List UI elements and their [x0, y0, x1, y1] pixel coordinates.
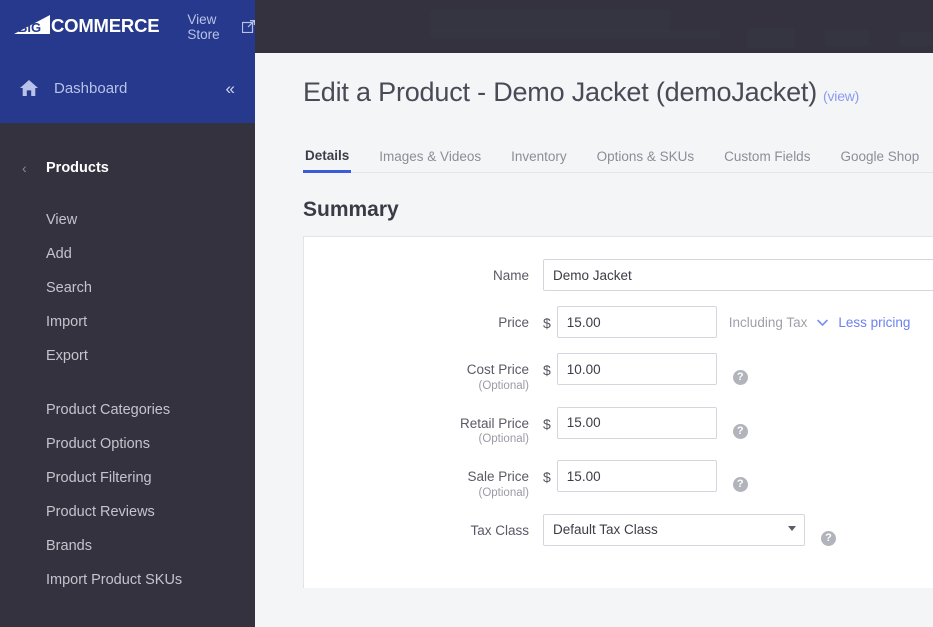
tab-bar: Details Images & Videos Inventory Option… — [303, 135, 933, 173]
name-input[interactable] — [543, 259, 933, 291]
retail-price-field-wrap: $ ? — [543, 406, 748, 439]
price-label-group: Price — [318, 306, 543, 331]
summary-card: Name Price $ Including Tax — [303, 236, 933, 588]
cost-price-help-icon[interactable]: ? — [732, 370, 748, 385]
cost-price-label-group: Cost Price (Optional) — [318, 353, 543, 392]
sidebar-header: BIG COMMERCE View Store — [0, 0, 255, 53]
tab-options-skus[interactable]: Options & SKUs — [595, 149, 697, 173]
bigcommerce-logo-mark-icon: BIG — [12, 14, 56, 40]
tax-class-label-group: Tax Class — [318, 514, 543, 539]
price-currency-symbol: $ — [543, 315, 551, 331]
topbar-decor-2 — [430, 30, 720, 38]
sidebar-menu-secondary: Product Categories Product Options Produ… — [0, 393, 255, 597]
sidebar-section-header: ‹ Products — [0, 123, 255, 180]
cost-price-field-wrap: $ ? — [543, 353, 748, 385]
sale-price-help-icon[interactable]: ? — [732, 477, 748, 493]
view-store-link[interactable]: View Store — [187, 12, 255, 42]
tab-custom-fields[interactable]: Custom Fields — [722, 149, 812, 173]
home-icon — [18, 77, 40, 99]
topbar-decor-4 — [825, 30, 869, 46]
price-extras: Including Tax Less pricing — [717, 306, 911, 330]
sidebar-section-title: Products — [46, 160, 109, 176]
name-field-wrap — [543, 259, 933, 291]
sidebar-item-product-options[interactable]: Product Options — [0, 427, 255, 461]
name-label-group: Name — [318, 259, 543, 284]
including-tax-label: Including Tax — [728, 315, 808, 330]
retail-price-label-group: Retail Price (Optional) — [318, 407, 543, 446]
sidebar-item-dashboard-label: Dashboard — [54, 79, 128, 97]
tax-class-help-icon[interactable]: ? — [821, 530, 836, 546]
chevron-left-icon[interactable]: ‹ — [22, 161, 46, 175]
view-store-label: View Store — [187, 11, 220, 42]
sidebar-item-import-product-skus[interactable]: Import Product SKUs — [0, 563, 255, 597]
sidebar-item-product-reviews[interactable]: Product Reviews — [0, 495, 255, 529]
main-content: Edit a Product - Demo Jacket (demoJacket… — [255, 53, 933, 627]
sidebar-item-import[interactable]: Import — [0, 305, 255, 339]
page-title: Edit a Product - Demo Jacket (demoJacket… — [255, 53, 933, 108]
tax-class-select-wrap: Default Tax Class — [543, 513, 805, 546]
cost-price-optional: (Optional) — [478, 379, 530, 392]
cost-price-input[interactable] — [556, 353, 717, 385]
chevron-down-icon[interactable] — [817, 317, 829, 329]
tab-details[interactable]: Details — [303, 148, 352, 173]
less-pricing-link[interactable]: Less pricing — [838, 315, 910, 330]
sidebar-item-search[interactable]: Search — [0, 271, 255, 305]
price-field-wrap: $ Including Tax Less pricing — [543, 306, 910, 338]
sale-price-label-group: Sale Price (Optional) — [318, 460, 543, 499]
sidebar-item-export[interactable]: Export — [0, 339, 255, 373]
tax-class-label: Tax Class — [470, 522, 529, 538]
page-title-text: Edit a Product - Demo Jacket (demoJacket… — [303, 77, 818, 107]
tab-google-shopping[interactable]: Google Shop — [838, 149, 921, 173]
topbar-decor-1 — [430, 10, 670, 32]
tax-class-select[interactable]: Default Tax Class — [543, 513, 805, 546]
cost-price-currency-symbol: $ — [543, 362, 551, 378]
retail-price-currency-symbol: $ — [543, 415, 551, 432]
external-link-icon — [242, 20, 255, 33]
top-bar — [255, 0, 933, 53]
topbar-decor-3 — [747, 28, 795, 48]
sidebar-item-product-filtering[interactable]: Product Filtering — [0, 461, 255, 495]
sale-price-label: Sale Price — [467, 469, 529, 485]
form-row-sale-price: Sale Price (Optional) $ ? — [304, 460, 933, 499]
retail-price-label: Retail Price — [459, 415, 529, 431]
form-row-name: Name — [304, 259, 933, 291]
retail-price-input[interactable] — [556, 406, 717, 439]
sidebar-collapse-button[interactable]: « — [226, 80, 236, 97]
sidebar: BIG COMMERCE View Store Dashboard « ‹ Pr… — [0, 0, 255, 627]
price-input[interactable] — [556, 306, 717, 338]
sidebar-item-product-categories[interactable]: Product Categories — [0, 393, 255, 427]
sale-price-currency-symbol: $ — [543, 469, 551, 486]
cost-price-label: Cost Price — [466, 362, 529, 377]
sidebar-menu-primary: View Add Search Import Export — [0, 180, 255, 373]
topbar-decor-5 — [900, 32, 933, 46]
sale-price-optional: (Optional) — [478, 486, 530, 499]
sale-price-input[interactable] — [556, 460, 717, 493]
sidebar-item-dashboard[interactable]: Dashboard « — [0, 53, 255, 123]
sidebar-item-brands[interactable]: Brands — [0, 529, 255, 563]
sale-price-field-wrap: $ ? — [543, 460, 748, 493]
name-label: Name — [492, 268, 529, 283]
view-product-link[interactable]: (view) — [823, 88, 859, 104]
form-row-cost-price: Cost Price (Optional) $ ? — [304, 353, 933, 392]
svg-text:BIG: BIG — [18, 20, 41, 35]
price-label: Price — [498, 315, 529, 330]
bigcommerce-logo[interactable]: BIG COMMERCE — [12, 14, 160, 40]
retail-price-help-icon[interactable]: ? — [732, 423, 748, 439]
tab-images-videos[interactable]: Images & Videos — [377, 149, 483, 173]
form-row-price: Price $ Including Tax Less pricing — [304, 306, 933, 338]
app-root: BIG COMMERCE View Store Dashboard « ‹ Pr… — [0, 0, 933, 627]
retail-price-optional: (Optional) — [478, 433, 530, 446]
form-row-tax-class: Tax Class Default Tax Class ? — [304, 513, 933, 546]
logo-wordmark: COMMERCE — [51, 15, 160, 37]
sidebar-item-view[interactable]: View — [0, 203, 255, 237]
tab-inventory[interactable]: Inventory — [509, 149, 569, 173]
form-row-retail-price: Retail Price (Optional) $ ? — [304, 406, 933, 446]
tax-class-field-wrap: Default Tax Class ? — [543, 513, 836, 546]
sidebar-item-add[interactable]: Add — [0, 237, 255, 271]
section-title-summary: Summary — [303, 198, 399, 221]
sidebar-divider — [0, 373, 255, 393]
